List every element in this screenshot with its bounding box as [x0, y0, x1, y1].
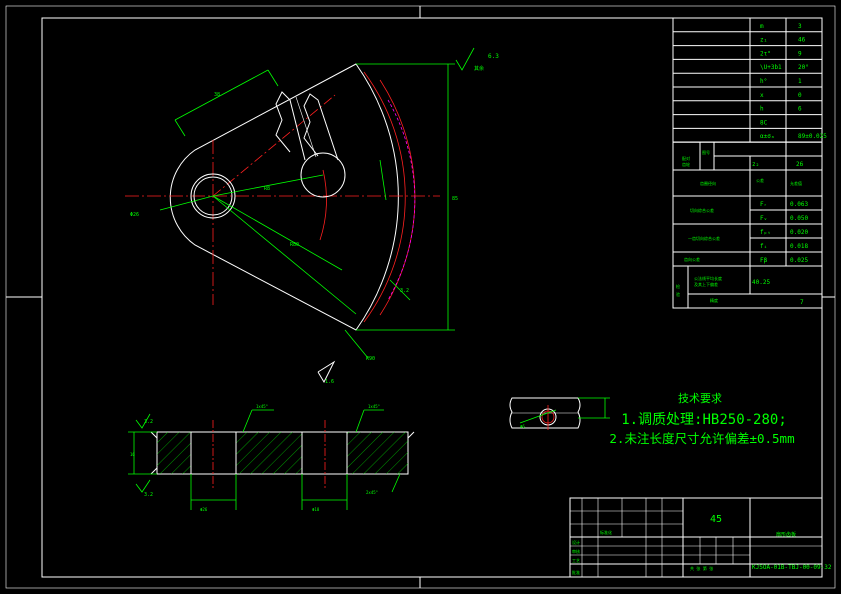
section-view: 1x45° 1x45° 2x45° Φ26 Φ18 16 3.2 3.2 — [128, 404, 415, 512]
svg-text:扇形齿板: 扇形齿板 — [776, 531, 796, 538]
material-label: 45 — [710, 514, 722, 525]
param-symbol: \U+3b1 — [760, 64, 782, 71]
svg-text:设计: 设计 — [572, 539, 580, 545]
title-block: 45 扇形齿板 KJSOA-01B-TBJ-00-09-32 设计 审核 工艺 … — [569, 497, 832, 578]
drawing-number: KJSOA-01B-TBJ-00-09-32 — [752, 564, 832, 571]
svg-text:R8: R8 — [264, 186, 270, 192]
pair-val: 26 — [796, 161, 804, 168]
svg-text:配对: 配对 — [682, 155, 690, 161]
svg-text:3.2: 3.2 — [400, 288, 409, 294]
svg-text:图号: 图号 — [702, 149, 710, 155]
pair-sym: z₂ — [752, 161, 759, 168]
svg-text:齿向公差: 齿向公差 — [684, 256, 700, 262]
bottom-roughness: 1.6 — [325, 379, 334, 385]
notes-line-1: 1.调质处理:HB250-280; — [621, 412, 787, 428]
param-symbol: 8C — [760, 119, 768, 126]
svg-text:16: 16 — [130, 452, 135, 457]
param-symbol: h — [760, 106, 764, 113]
svg-text:切向综合公差: 切向综合公差 — [690, 207, 714, 213]
pitch-arc — [363, 71, 406, 323]
svg-text:一齿切向综合公差: 一齿切向综合公差 — [688, 235, 720, 241]
svg-text:1x45°: 1x45° — [256, 404, 268, 409]
param-value: 6 — [798, 106, 802, 113]
svg-text:及其上下偏差: 及其上下偏差 — [694, 281, 718, 287]
svg-text:公法线平均长度: 公法线平均长度 — [694, 275, 722, 281]
left-roughness: 3.2 — [144, 419, 153, 425]
notes-line-2: 2.未注长度尺寸允许偏差±0.5mm — [609, 431, 794, 446]
svg-text:允差值: 允差值 — [790, 180, 802, 186]
sector-part-view: 38 R8 R80 Φ26 85 R90 3.2 6.3 其余 1.6 — [125, 47, 499, 385]
tol-value: 0.025 — [790, 257, 808, 264]
svg-text:共 张 第 张: 共 张 第 张 — [690, 565, 713, 571]
svg-text:Φ6: Φ6 — [520, 424, 525, 429]
tol-value: 0.063 — [790, 201, 808, 208]
top-roughness: 6.3 — [488, 53, 499, 60]
param-symbol: h° — [760, 78, 767, 85]
tol-symbol: fₚₜ — [760, 229, 771, 236]
inner-border — [41, 17, 823, 578]
svg-text:38: 38 — [214, 92, 220, 98]
svg-text:Φ26: Φ26 — [130, 212, 139, 218]
dim-length — [174, 69, 269, 121]
tol-value: 0.020 — [790, 229, 808, 236]
param-value: 9 — [798, 50, 802, 57]
param-value: 1 — [798, 78, 802, 85]
param-symbol: 2τ° — [760, 50, 771, 57]
svg-text:审核: 审核 — [572, 548, 580, 554]
svg-text:1x45°: 1x45° — [368, 404, 380, 409]
tol-symbol: Fᵥ — [760, 215, 767, 222]
svg-text:85: 85 — [452, 196, 458, 202]
tol-value: 0.018 — [790, 243, 808, 250]
param-symbol: m — [760, 23, 764, 30]
param-value: 20° — [798, 64, 809, 71]
param-value: 46 — [798, 37, 806, 44]
detail-view: Φ6 — [509, 397, 610, 430]
tol-symbol: Fβ — [760, 257, 768, 264]
svg-text:标准化: 标准化 — [600, 529, 612, 535]
svg-text:其余: 其余 — [474, 65, 484, 72]
tol-symbol: fᵢ — [760, 243, 767, 250]
svg-text:R80: R80 — [290, 242, 299, 248]
svg-text:精度: 精度 — [710, 297, 718, 303]
param-value: 89±0.025 — [798, 133, 827, 140]
measure-value: 40.25 — [752, 279, 770, 286]
param-symbol: α±σₐ — [760, 133, 774, 140]
param-symbol: x — [760, 92, 764, 99]
svg-text:Φ26: Φ26 — [200, 507, 208, 512]
svg-text:工艺: 工艺 — [572, 558, 580, 563]
technical-notes: 技术要求 1.调质处理:HB250-280; 2.未注长度尺寸允许偏差±0.5m… — [609, 392, 794, 446]
param-symbol: z₁ — [760, 37, 767, 44]
tol-value: 0.050 — [790, 215, 808, 222]
svg-text:2x45°: 2x45° — [366, 490, 378, 495]
drawing-canvas: 38 R8 R80 Φ26 85 R90 3.2 6.3 其余 1.6 1x45… — [5, 5, 836, 589]
svg-text:公差: 公差 — [756, 177, 764, 183]
notes-title: 技术要求 — [678, 392, 722, 405]
svg-text:R90: R90 — [366, 356, 375, 362]
parameters-table: m 3 z₁ 46 2τ° 9 \U+3b1 20° h° 1 x 0 h 6 8C α±σₐ 89±0.025… — [672, 17, 827, 309]
svg-text:3.2: 3.2 — [144, 492, 153, 498]
svg-text:检: 检 — [676, 283, 680, 289]
param-value: 0 — [798, 92, 802, 99]
svg-text:批准: 批准 — [572, 569, 580, 575]
svg-text:验: 验 — [676, 291, 680, 297]
accuracy-value: 7 — [800, 299, 804, 306]
svg-text:齿轮: 齿轮 — [682, 161, 690, 167]
svg-text:Φ18: Φ18 — [312, 507, 320, 512]
tol-symbol: Fᵣ — [760, 201, 767, 208]
param-value: 3 — [798, 23, 802, 30]
outer-border — [5, 5, 836, 589]
svg-text:齿圈径向: 齿圈径向 — [700, 180, 716, 186]
